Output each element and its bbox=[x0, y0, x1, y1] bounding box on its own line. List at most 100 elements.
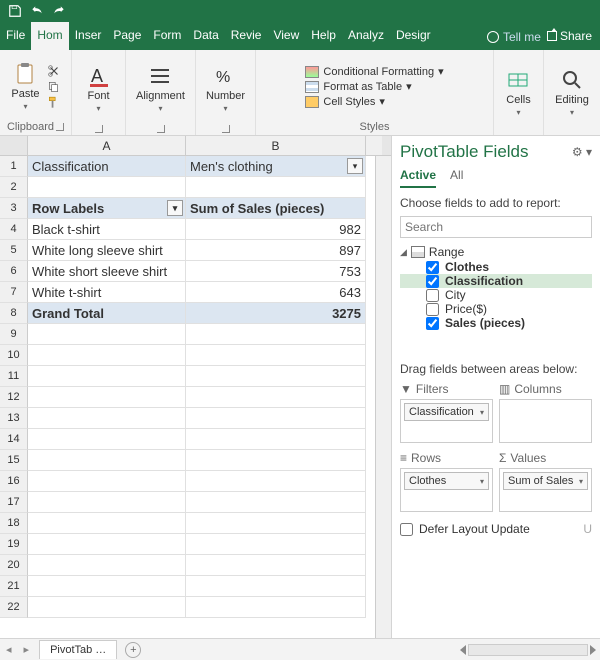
row-header[interactable]: 21 bbox=[0, 576, 28, 597]
cell[interactable] bbox=[28, 429, 186, 450]
tab-insert[interactable]: Inser bbox=[69, 22, 108, 50]
values-dropzone[interactable]: Sum of Sales▾ bbox=[499, 468, 592, 512]
pane-tab-active[interactable]: Active bbox=[400, 168, 436, 188]
values-chip-sum[interactable]: Sum of Sales▾ bbox=[503, 472, 588, 490]
row-header[interactable]: 3 bbox=[0, 198, 28, 219]
cell[interactable] bbox=[186, 492, 366, 513]
copy-icon[interactable] bbox=[46, 80, 62, 94]
tab-page-layout[interactable]: Page bbox=[107, 22, 147, 50]
alignment-button[interactable]: Alignment ▾ bbox=[134, 62, 187, 115]
cell[interactable] bbox=[186, 408, 366, 429]
field-city[interactable]: City bbox=[400, 288, 592, 302]
cell[interactable] bbox=[28, 555, 186, 576]
row-header[interactable]: 18 bbox=[0, 513, 28, 534]
row-header[interactable]: 6 bbox=[0, 261, 28, 282]
save-icon[interactable] bbox=[8, 4, 22, 18]
cells-button[interactable]: Cells ▾ bbox=[504, 66, 532, 119]
field-clothes-checkbox[interactable] bbox=[426, 261, 439, 274]
filters-dropzone[interactable]: Classification▾ bbox=[400, 399, 493, 443]
row-header[interactable]: 1 bbox=[0, 156, 28, 177]
cell[interactable]: 3275 bbox=[186, 303, 366, 324]
cell-a1[interactable]: Classification bbox=[28, 156, 186, 177]
row-header[interactable]: 17 bbox=[0, 492, 28, 513]
row-header[interactable]: 7 bbox=[0, 282, 28, 303]
sheet-tab-pivottable[interactable]: PivotTab … bbox=[39, 640, 117, 659]
vertical-scrollbar[interactable] bbox=[375, 156, 391, 638]
horizontal-scrollbar[interactable] bbox=[141, 644, 600, 656]
row-header[interactable]: 11 bbox=[0, 366, 28, 387]
cell[interactable]: 982 bbox=[186, 219, 366, 240]
field-clothes[interactable]: Clothes bbox=[400, 260, 592, 274]
conditional-formatting-button[interactable]: Conditional Formatting ▾ bbox=[305, 65, 443, 78]
sheet-nav-prev-icon[interactable]: ◂ bbox=[0, 643, 18, 656]
field-price-checkbox[interactable] bbox=[426, 303, 439, 316]
cell[interactable]: 753 bbox=[186, 261, 366, 282]
row-header[interactable]: 15 bbox=[0, 450, 28, 471]
field-sales-checkbox[interactable] bbox=[426, 317, 439, 330]
tab-design[interactable]: Desigr bbox=[390, 22, 437, 50]
number-button[interactable]: % Number ▾ bbox=[204, 62, 247, 115]
cell[interactable] bbox=[186, 534, 366, 555]
scroll-right-icon[interactable] bbox=[590, 645, 596, 655]
field-city-checkbox[interactable] bbox=[426, 289, 439, 302]
pane-settings-icon[interactable]: ⚙ ▾ bbox=[572, 145, 592, 159]
cell[interactable] bbox=[186, 597, 366, 618]
cell[interactable]: 897 bbox=[186, 240, 366, 261]
paste-button[interactable]: Paste ▾ bbox=[9, 60, 41, 113]
cell[interactable] bbox=[28, 387, 186, 408]
cell[interactable] bbox=[28, 366, 186, 387]
cell[interactable] bbox=[28, 597, 186, 618]
rowlabels-dropdown-icon[interactable]: ▾ bbox=[167, 200, 183, 216]
cell-b3[interactable]: Sum of Sales (pieces) bbox=[186, 198, 366, 219]
cell-a3[interactable]: Row Labels▾ bbox=[28, 198, 186, 219]
cell[interactable]: Grand Total bbox=[28, 303, 186, 324]
tab-view[interactable]: View bbox=[267, 22, 305, 50]
cell[interactable] bbox=[28, 471, 186, 492]
col-header-a[interactable]: A bbox=[28, 136, 186, 155]
pane-tab-all[interactable]: All bbox=[450, 168, 463, 188]
field-sales[interactable]: Sales (pieces) bbox=[400, 316, 592, 330]
scroll-left-icon[interactable] bbox=[460, 645, 466, 655]
field-classification-checkbox[interactable] bbox=[426, 275, 439, 288]
row-header[interactable]: 8 bbox=[0, 303, 28, 324]
tell-me[interactable]: Tell me bbox=[487, 29, 541, 44]
number-launcher-icon[interactable] bbox=[222, 125, 230, 133]
row-header[interactable]: 4 bbox=[0, 219, 28, 240]
field-price[interactable]: Price($) bbox=[400, 302, 592, 316]
row-header[interactable]: 10 bbox=[0, 345, 28, 366]
cell[interactable] bbox=[186, 387, 366, 408]
cell[interactable] bbox=[186, 576, 366, 597]
share-button[interactable]: Share bbox=[547, 29, 592, 43]
cell[interactable] bbox=[186, 471, 366, 492]
field-range-node[interactable]: ◢Range bbox=[400, 244, 592, 260]
format-as-table-button[interactable]: Format as Table ▾ bbox=[305, 80, 443, 93]
redo-icon[interactable] bbox=[52, 4, 66, 18]
select-all-corner[interactable] bbox=[0, 136, 28, 155]
row-header[interactable]: 9 bbox=[0, 324, 28, 345]
cell[interactable] bbox=[186, 345, 366, 366]
cell[interactable] bbox=[28, 408, 186, 429]
row-header[interactable]: 13 bbox=[0, 408, 28, 429]
row-header[interactable]: 19 bbox=[0, 534, 28, 555]
cell[interactable]: White short sleeve shirt bbox=[28, 261, 186, 282]
defer-layout-checkbox[interactable] bbox=[400, 523, 413, 536]
cell[interactable] bbox=[186, 513, 366, 534]
grid[interactable]: 1 Classification Men's clothing▾ 2 3 Row… bbox=[0, 156, 375, 638]
filter-chip-classification[interactable]: Classification▾ bbox=[404, 403, 489, 421]
cut-icon[interactable] bbox=[46, 64, 62, 78]
cell[interactable]: White long sleeve shirt bbox=[28, 240, 186, 261]
cell[interactable] bbox=[186, 429, 366, 450]
clipboard-launcher-icon[interactable] bbox=[56, 123, 64, 131]
cell[interactable] bbox=[28, 450, 186, 471]
tab-file[interactable]: File bbox=[0, 22, 31, 50]
row-header[interactable]: 16 bbox=[0, 471, 28, 492]
cell[interactable] bbox=[28, 492, 186, 513]
row-header[interactable]: 22 bbox=[0, 597, 28, 618]
cell-styles-button[interactable]: Cell Styles ▾ bbox=[305, 95, 443, 108]
tab-formulas[interactable]: Form bbox=[147, 22, 187, 50]
update-button[interactable]: U bbox=[583, 522, 592, 536]
sheet-nav-next-icon[interactable]: ▸ bbox=[18, 643, 36, 656]
editing-button[interactable]: Editing ▾ bbox=[553, 66, 591, 119]
cell[interactable]: 643 bbox=[186, 282, 366, 303]
rows-chip-clothes[interactable]: Clothes▾ bbox=[404, 472, 489, 490]
